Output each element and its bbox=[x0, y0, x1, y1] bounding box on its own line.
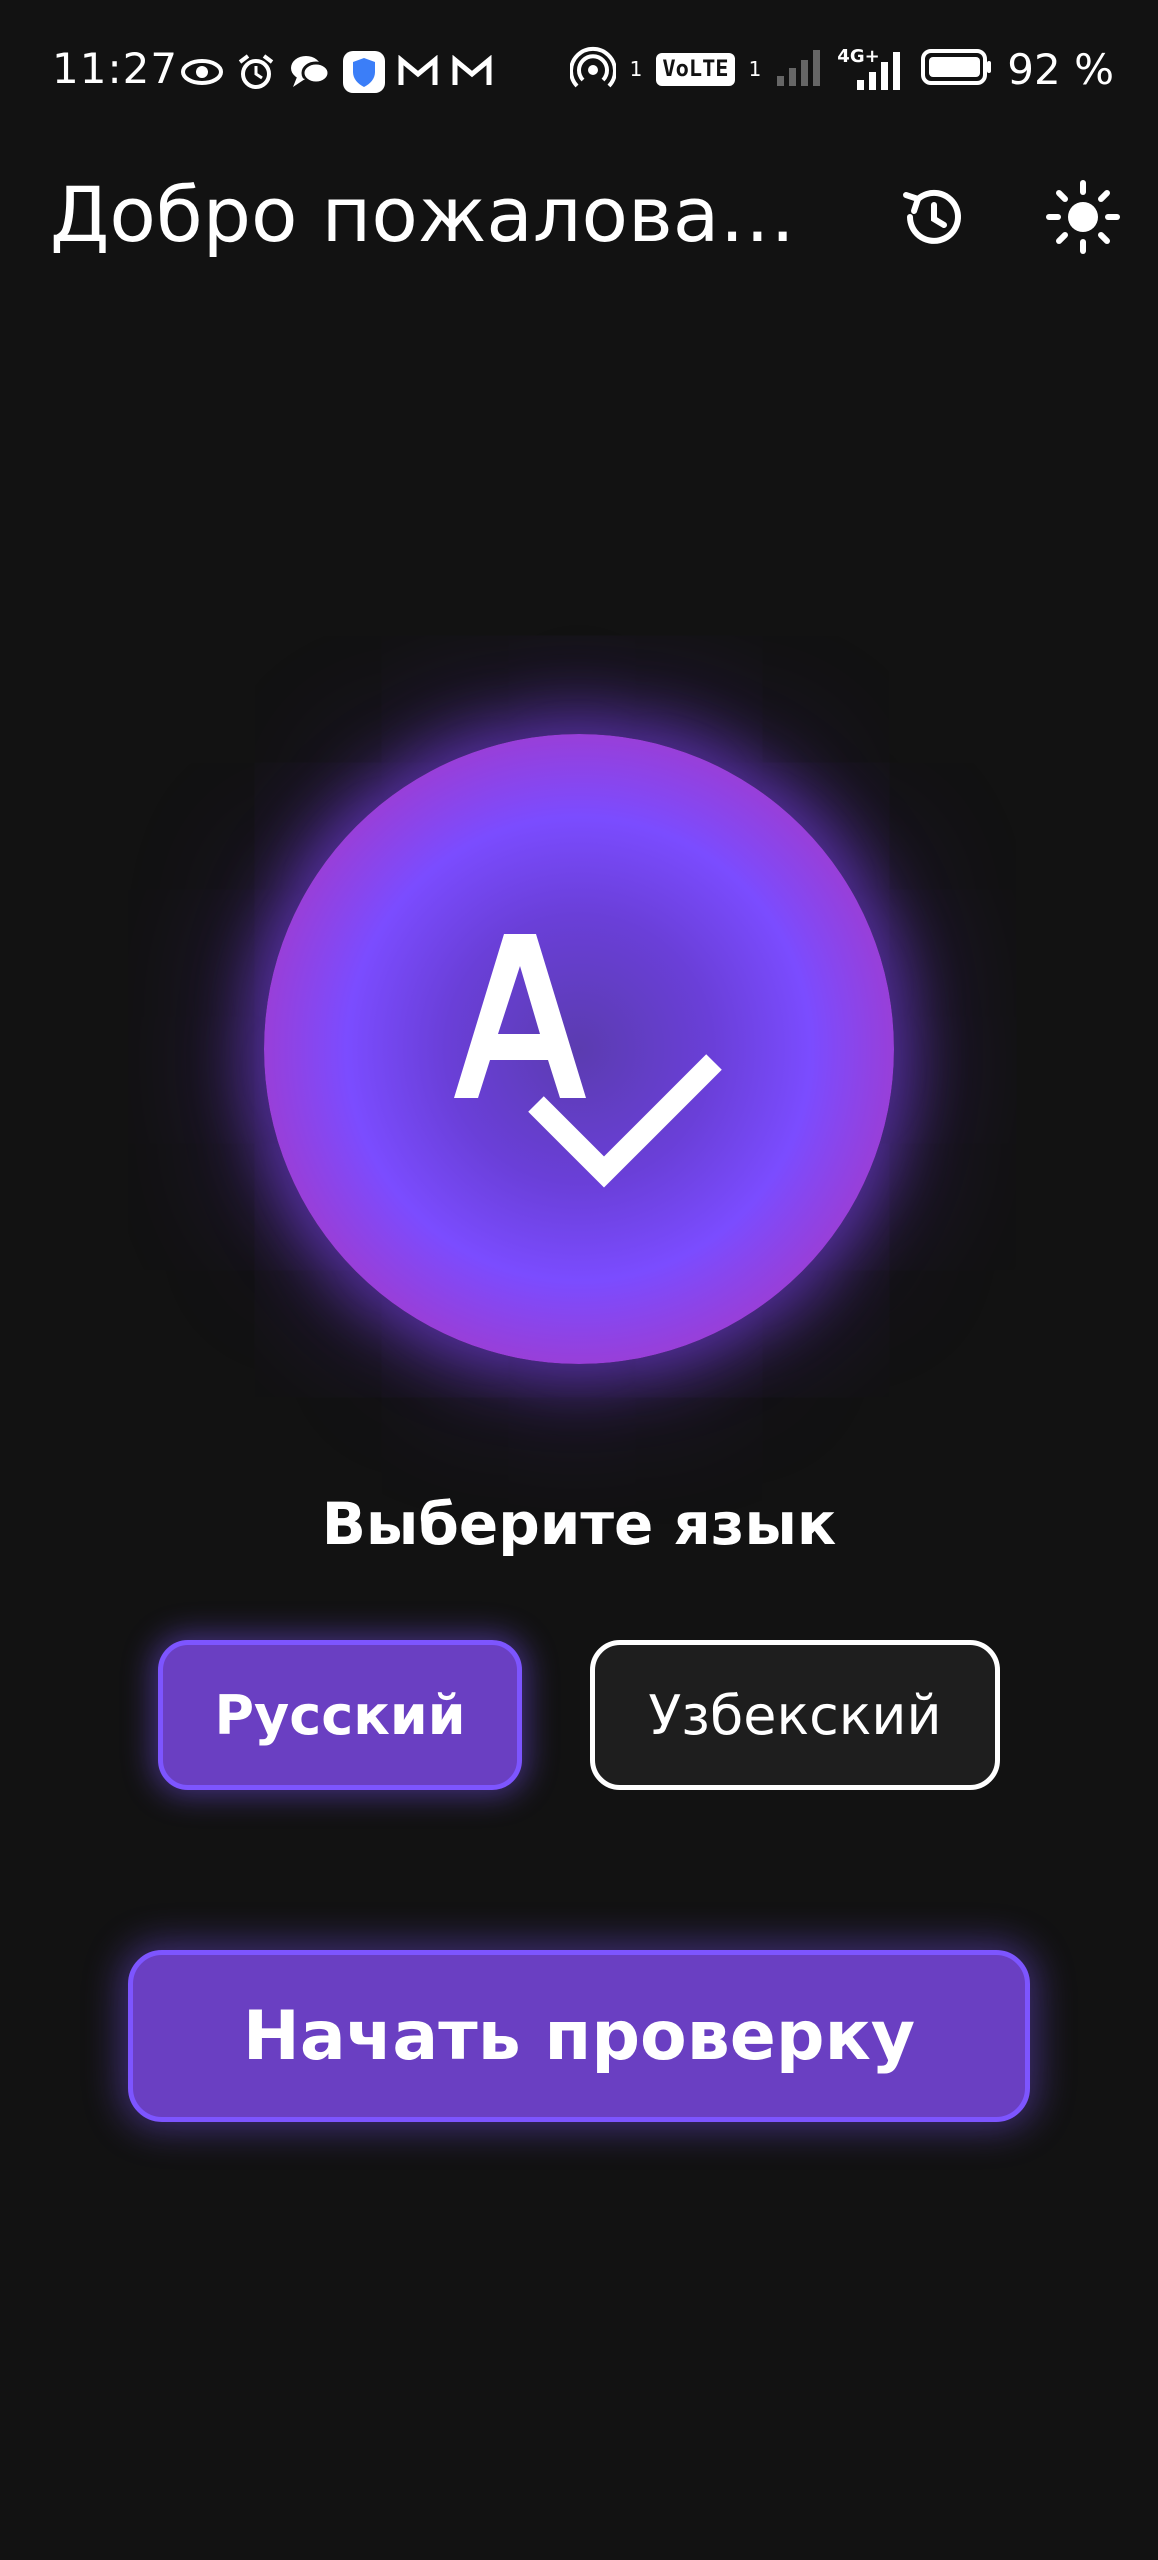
language-option-uzbek[interactable]: Узбекский bbox=[590, 1640, 1000, 1790]
notification-icons bbox=[180, 50, 494, 94]
page-title: Добро пожаловать... bbox=[50, 170, 810, 259]
battery-percent: 92 % bbox=[1007, 44, 1114, 94]
volte-badge: VoLTE bbox=[656, 52, 735, 86]
start-check-button[interactable]: Начать проверку bbox=[128, 1950, 1030, 2122]
status-time: 11:27 bbox=[52, 44, 179, 93]
app-logo bbox=[264, 734, 894, 1364]
gmail-icon bbox=[396, 50, 440, 94]
signal-4g-icon: 4G+ bbox=[837, 46, 907, 92]
system-icons: 1 VoLTE 1 4G+ 92 % bbox=[568, 44, 1114, 94]
eye-icon bbox=[180, 50, 224, 94]
battery-icon bbox=[921, 47, 993, 91]
theme-toggle-button[interactable] bbox=[1038, 172, 1128, 262]
status-bar: 11:27 1 VoLTE 1 4G+ 92 % bbox=[0, 0, 1158, 150]
shield-icon bbox=[342, 50, 386, 94]
hotspot-count: 1 bbox=[629, 57, 643, 81]
app-header: Добро пожаловать... bbox=[0, 150, 1158, 280]
sun-icon bbox=[1046, 180, 1120, 254]
app-screen: 11:27 1 VoLTE 1 4G+ 92 % Добро пожаловат… bbox=[0, 0, 1158, 2560]
history-button[interactable] bbox=[887, 172, 977, 262]
spellcheck-icon bbox=[454, 934, 722, 1188]
volte-sim: 1 bbox=[748, 57, 762, 81]
signal-weak-icon bbox=[775, 46, 823, 92]
alarm-icon bbox=[234, 50, 278, 94]
language-title: Выберите язык bbox=[321, 1490, 837, 1558]
hotspot-icon bbox=[568, 44, 617, 94]
history-icon bbox=[903, 189, 961, 244]
gmail-icon bbox=[450, 50, 494, 94]
language-option-russian[interactable]: Русский bbox=[158, 1640, 522, 1790]
chat-icon bbox=[288, 50, 332, 94]
